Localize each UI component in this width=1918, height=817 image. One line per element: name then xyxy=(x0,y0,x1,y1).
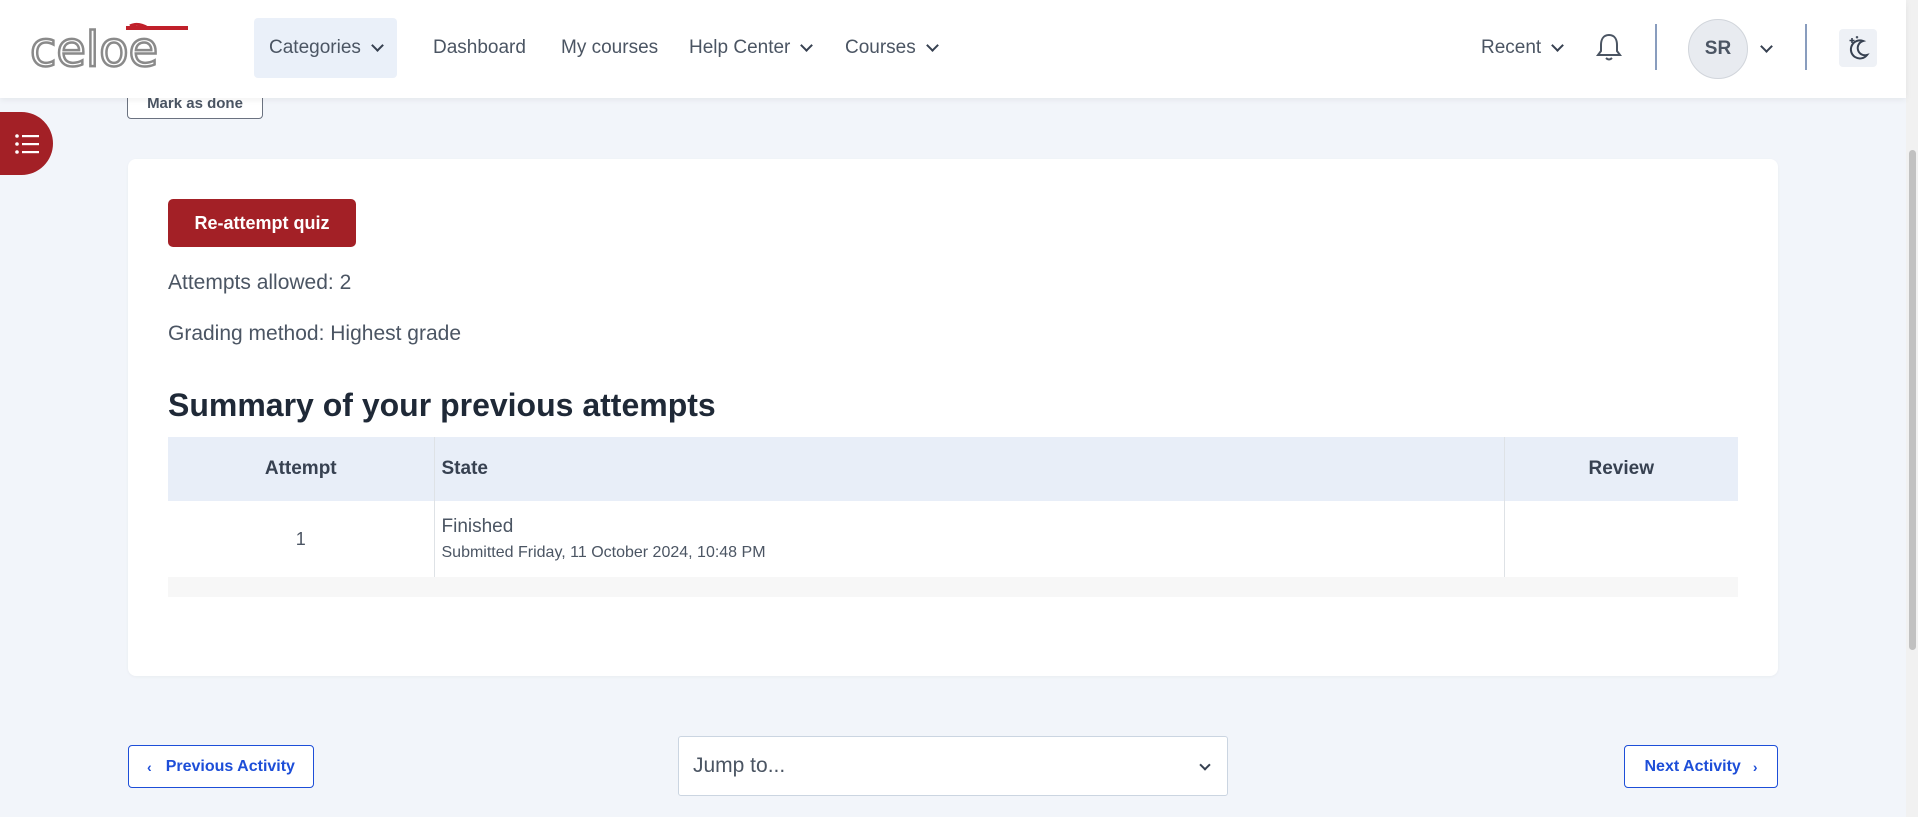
chevron-right-icon: › xyxy=(1752,758,1758,775)
list-icon xyxy=(15,133,39,154)
jump-to-select[interactable]: Jump to... xyxy=(678,736,1228,796)
nav-help-center[interactable]: Help Center xyxy=(689,18,814,78)
dark-mode-toggle[interactable] xyxy=(1839,29,1877,67)
chevron-down-icon xyxy=(371,39,384,52)
header-state: State xyxy=(434,437,1505,501)
next-activity-button[interactable]: Next Activity › xyxy=(1624,745,1778,788)
jump-to-value: Jump to... xyxy=(693,754,786,777)
nav-courses[interactable]: Courses xyxy=(845,18,939,78)
chevron-down-icon xyxy=(1551,39,1565,52)
nav-dashboard[interactable]: Dashboard xyxy=(433,18,526,78)
nav-divider xyxy=(1655,24,1657,70)
user-avatar[interactable]: SR xyxy=(1688,19,1748,79)
chevron-down-icon xyxy=(1199,759,1211,771)
chevron-down-icon[interactable] xyxy=(1760,40,1773,53)
scrollbar-thumb[interactable] xyxy=(1909,150,1916,650)
grading-method: Grading method: Highest grade xyxy=(168,322,462,345)
attempt-number: 1 xyxy=(168,501,435,577)
previous-activity-label: Previous Activity xyxy=(165,757,295,775)
nav-recent-label: Recent xyxy=(1481,37,1542,58)
nav-help-center-label: Help Center xyxy=(689,37,791,58)
svg-text:celoe: celoe xyxy=(30,22,158,72)
quiz-summary-card: Re-attempt quiz Attempts allowed: 2 Grad… xyxy=(128,159,1778,676)
user-initials: SR xyxy=(1704,38,1732,59)
header-attempt: Attempt xyxy=(168,437,435,501)
table-header-row: Attempt State Review xyxy=(168,437,1738,501)
top-navbar: celoe Categories Dashboard My courses He… xyxy=(0,0,1906,98)
attempts-table: Attempt State Review 1 Finished Submitte… xyxy=(168,437,1738,577)
chevron-left-icon: ‹ xyxy=(147,758,152,775)
header-review: Review xyxy=(1504,437,1738,501)
bell-icon[interactable] xyxy=(1595,32,1623,67)
attempts-allowed: Attempts allowed: 2 xyxy=(168,271,352,294)
attempt-review xyxy=(1504,501,1738,577)
chevron-down-icon xyxy=(925,39,939,52)
site-logo[interactable]: celoe xyxy=(29,21,190,79)
attempt-state-cell: Finished Submitted Friday, 11 October 20… xyxy=(434,501,1505,577)
moon-stars-icon xyxy=(1849,36,1870,60)
chevron-down-icon xyxy=(800,39,814,52)
nav-categories[interactable]: Categories xyxy=(254,18,397,78)
course-index-toggle[interactable] xyxy=(0,112,53,175)
summary-title: Summary of your previous attempts xyxy=(168,387,716,423)
next-activity-label: Next Activity xyxy=(1644,757,1741,775)
reattempt-quiz-button[interactable]: Re-attempt quiz xyxy=(168,199,356,247)
table-footer-stripe xyxy=(168,577,1738,597)
attempt-submitted-time: Submitted Friday, 11 October 2024, 10:48… xyxy=(441,544,766,561)
nav-divider xyxy=(1805,24,1807,70)
nav-recent[interactable]: Recent xyxy=(1481,18,1565,78)
table-row: 1 Finished Submitted Friday, 11 October … xyxy=(168,501,1738,577)
previous-activity-button[interactable]: ‹ Previous Activity xyxy=(128,745,314,788)
nav-courses-label: Courses xyxy=(845,37,916,58)
attempt-state: Finished xyxy=(441,516,514,537)
nav-categories-label: Categories xyxy=(269,37,361,58)
nav-my-courses[interactable]: My courses xyxy=(561,18,658,78)
nav-dashboard-label: Dashboard xyxy=(433,37,526,58)
nav-my-courses-label: My courses xyxy=(561,37,659,58)
